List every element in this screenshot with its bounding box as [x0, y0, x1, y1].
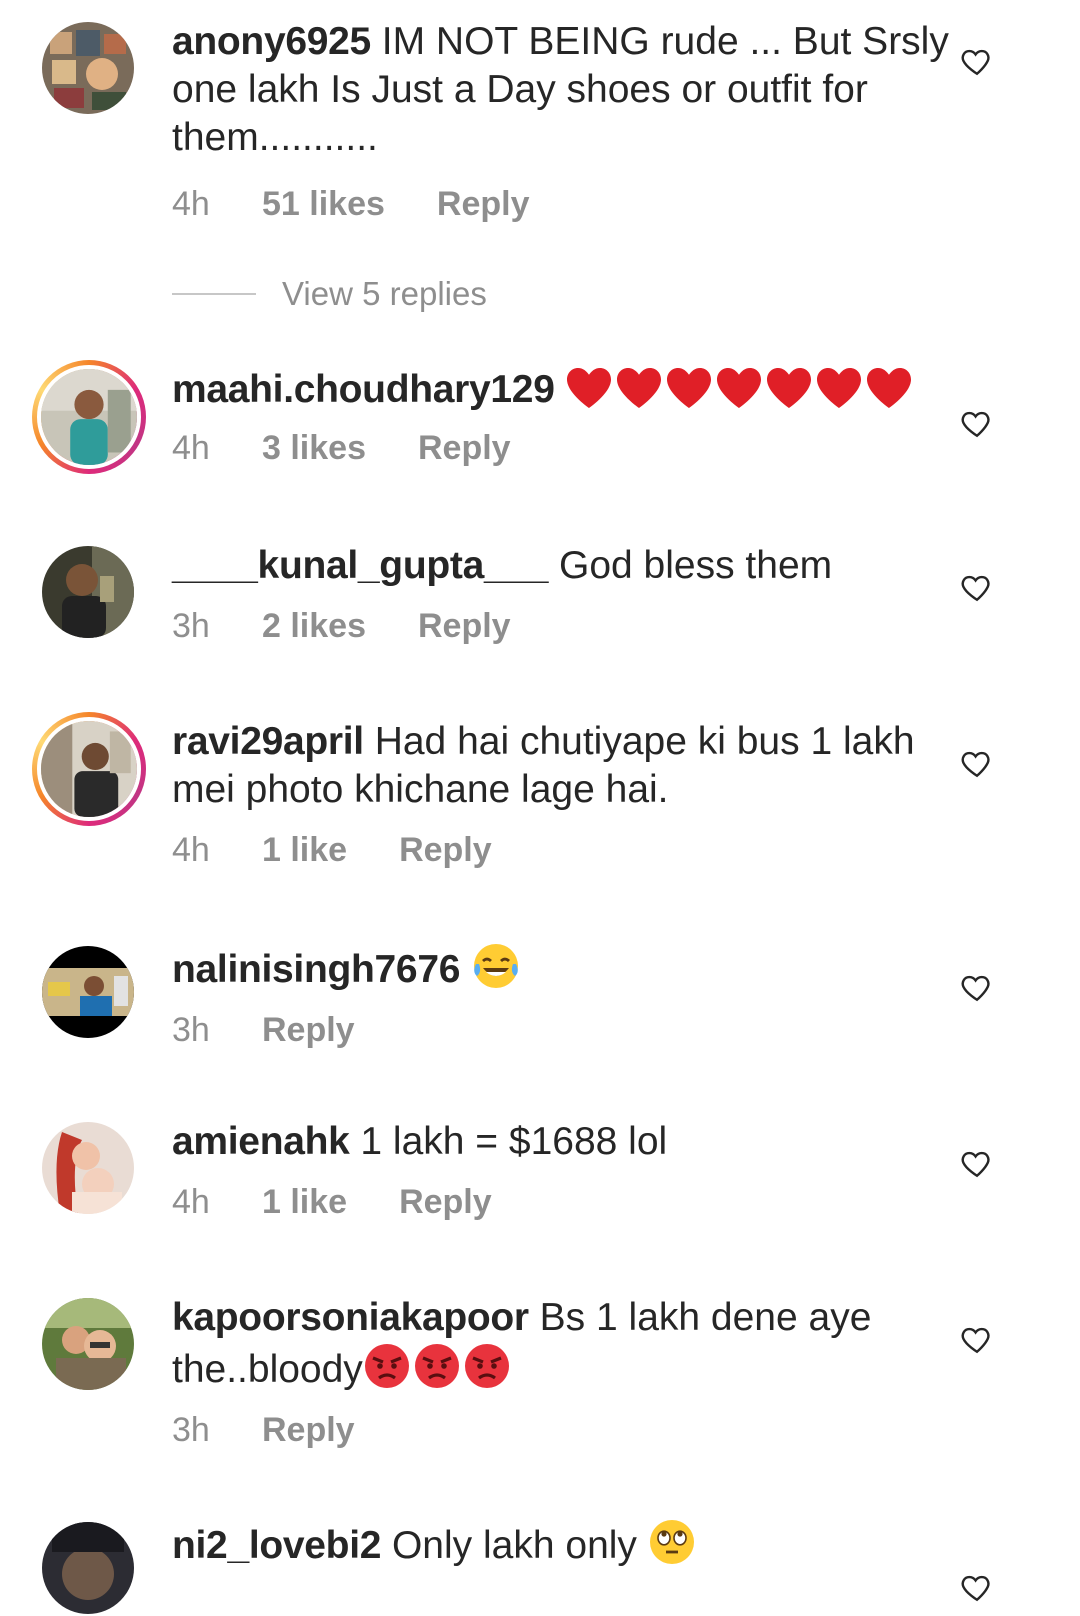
avatar[interactable]: [42, 1122, 134, 1214]
like-heart-icon[interactable]: [960, 1146, 994, 1180]
divider-line: [172, 293, 256, 295]
like-heart-icon[interactable]: [960, 970, 994, 1004]
like-heart-icon[interactable]: [960, 406, 994, 440]
avatar[interactable]: [42, 1298, 134, 1390]
reply-button[interactable]: Reply: [418, 426, 511, 470]
comment-time: 4h: [172, 1183, 210, 1221]
avatar-image: [42, 946, 134, 1038]
comment-likes[interactable]: 51 likes: [262, 182, 385, 226]
comment-time: 4h: [172, 185, 210, 223]
comment-time: 3h: [172, 1011, 210, 1049]
comment-username[interactable]: kapoorsoniakapoor: [172, 1296, 529, 1339]
reply-button[interactable]: Reply: [262, 1008, 355, 1052]
comment-text: 1 lakh = $1688 lol: [360, 1120, 668, 1163]
red-heart-icon: [667, 368, 712, 408]
reply-button[interactable]: Reply: [399, 1180, 492, 1224]
avatar-image: [42, 1522, 134, 1614]
comment-likes[interactable]: 1 like: [262, 828, 347, 872]
angry-emoji-row: [363, 1342, 511, 1390]
avatar[interactable]: [42, 946, 134, 1038]
avatar[interactable]: [32, 712, 146, 826]
comment-time: 3h: [172, 607, 210, 645]
reply-button[interactable]: Reply: [399, 828, 492, 872]
like-heart-icon[interactable]: [960, 746, 994, 780]
avatar[interactable]: [42, 22, 134, 114]
avatar-image: [41, 721, 137, 817]
red-heart-icon: [767, 368, 812, 408]
view-replies-label[interactable]: View 5 replies: [282, 275, 487, 313]
avatar-image: [41, 369, 137, 465]
avatar[interactable]: [42, 1522, 134, 1614]
like-heart-icon[interactable]: [960, 1322, 994, 1356]
avatar-image: [42, 1298, 134, 1390]
view-replies-link[interactable]: View 5 replies: [172, 275, 487, 313]
red-heart-icon: [717, 368, 762, 408]
like-heart-icon[interactable]: [960, 1570, 994, 1604]
comment-username[interactable]: ____kunal_gupta___: [172, 544, 548, 587]
angry-face-emoji-icon: [414, 1344, 459, 1388]
comment-likes[interactable]: 3 likes: [262, 426, 366, 470]
red-heart-icon: [867, 368, 912, 408]
comment-time: 4h: [172, 429, 210, 467]
reply-button[interactable]: Reply: [418, 604, 511, 648]
comment-username[interactable]: maahi.choudhary129: [172, 368, 555, 411]
avatar-image: [42, 22, 134, 114]
reply-button[interactable]: Reply: [437, 182, 530, 226]
comment-likes[interactable]: 2 likes: [262, 604, 366, 648]
avatar-image: [42, 546, 134, 638]
comment-time: 4h: [172, 831, 210, 869]
comment-username[interactable]: amienahk: [172, 1120, 350, 1163]
comment-likes[interactable]: 1 like: [262, 1180, 347, 1224]
hearts-emoji-row: [565, 366, 913, 410]
red-heart-icon: [817, 368, 862, 408]
avatar-image: [42, 1122, 134, 1214]
comment-text: Only lakh only: [391, 1524, 637, 1567]
comment-text: God bless them: [558, 544, 833, 587]
comment-username[interactable]: ravi29april: [172, 720, 364, 763]
comment-username[interactable]: nalinisingh7676: [172, 948, 460, 991]
avatar[interactable]: [42, 546, 134, 638]
reply-button[interactable]: Reply: [262, 1408, 355, 1452]
comment-time: 3h: [172, 1411, 210, 1449]
eye-roll-emoji-icon: [649, 1520, 694, 1564]
red-heart-icon: [617, 368, 662, 408]
red-heart-icon: [567, 368, 612, 408]
angry-face-emoji-icon: [464, 1344, 509, 1388]
like-heart-icon[interactable]: [960, 44, 994, 78]
comment-username[interactable]: anony6925: [172, 20, 371, 63]
like-heart-icon[interactable]: [960, 570, 994, 604]
angry-face-emoji-icon: [364, 1344, 409, 1388]
comment-username[interactable]: ni2_lovebi2: [172, 1524, 381, 1567]
tears-of-joy-emoji-icon: [473, 944, 518, 988]
avatar[interactable]: [32, 360, 146, 474]
